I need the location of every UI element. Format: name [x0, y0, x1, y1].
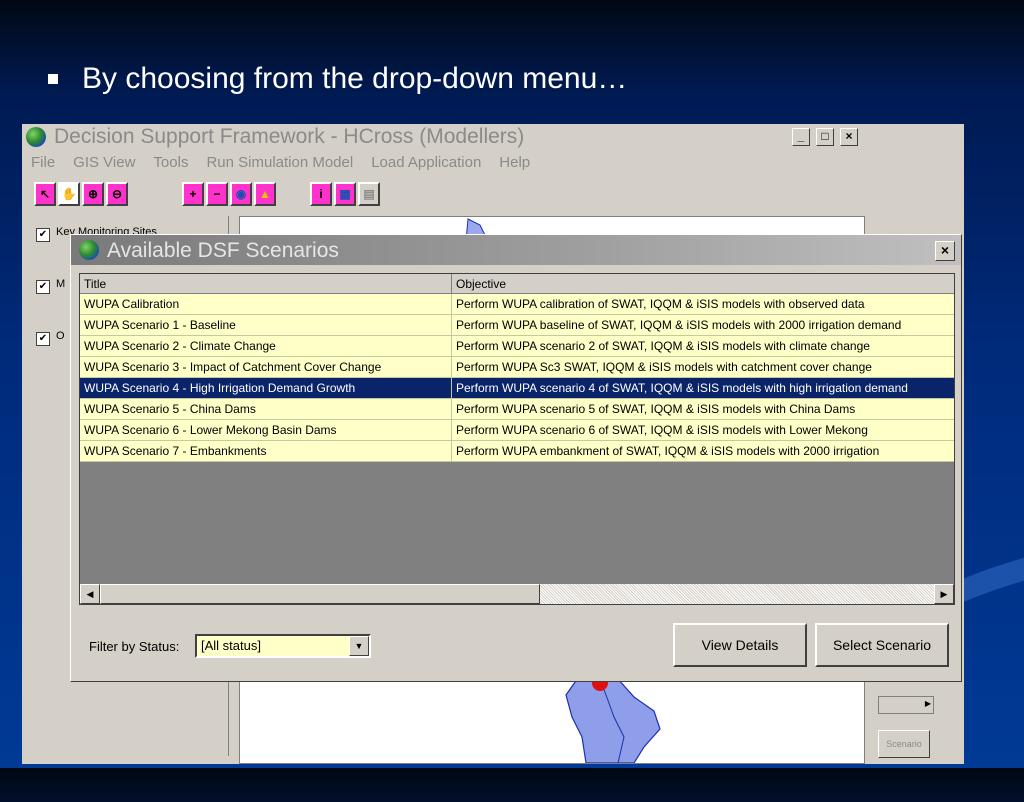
- menu-load-application[interactable]: Load Application: [362, 152, 490, 174]
- background-scenario-button[interactable]: Scenario: [878, 730, 930, 758]
- select-arrow-icon[interactable]: ↖: [34, 182, 56, 206]
- slide-bullet-text: By choosing from the drop-down menu…: [82, 62, 628, 95]
- row-objective-cell: Perform WUPA scenario 6 of SWAT, IQQM & …: [452, 420, 954, 441]
- view-details-label: View Details: [701, 637, 779, 653]
- maximize-button[interactable]: □: [816, 128, 834, 146]
- bullet-square-icon: [48, 74, 58, 84]
- dialog-titlebar: Available DSF Scenarios ×: [71, 235, 961, 265]
- zoom-out-icon[interactable]: ⊖: [106, 182, 128, 206]
- row-title-cell: WUPA Scenario 4 - High Irrigation Demand…: [80, 378, 452, 399]
- globe-app-icon: [26, 127, 46, 147]
- main-titlebar: Decision Support Framework - HCross (Mod…: [22, 124, 874, 150]
- status-filter-dropdown[interactable]: [All status] ▼: [195, 634, 371, 658]
- row-objective-cell: Perform WUPA scenario 4 of SWAT, IQQM & …: [452, 378, 954, 399]
- identify-icon[interactable]: ▦: [334, 182, 356, 206]
- background-scrollbar[interactable]: ▶: [878, 696, 934, 714]
- row-objective-cell: Perform WUPA embankment of SWAT, IQQM & …: [452, 441, 954, 462]
- column-header-title[interactable]: Title: [80, 274, 452, 294]
- menu-file[interactable]: File: [22, 152, 64, 174]
- table-row[interactable]: WUPA Scenario 1 - Baseline Perform WUPA …: [80, 315, 954, 336]
- select-scenario-button[interactable]: Select Scenario: [815, 623, 949, 667]
- dialog-title: Available DSF Scenarios: [107, 239, 339, 262]
- minimize-button[interactable]: _: [792, 128, 810, 146]
- filter-label: Filter by Status:: [89, 639, 180, 654]
- table-header: Title Objective: [80, 274, 954, 294]
- row-objective-cell: Perform WUPA scenario 5 of SWAT, IQQM & …: [452, 399, 954, 420]
- row-objective-cell: Perform WUPA scenario 2 of SWAT, IQQM & …: [452, 336, 954, 357]
- chevron-down-icon[interactable]: ▼: [349, 636, 369, 656]
- dialog-close-button[interactable]: ×: [935, 241, 955, 261]
- table-row[interactable]: WUPA Scenario 3 - Impact of Catchment Co…: [80, 357, 954, 378]
- row-objective-cell: Perform WUPA Sc3 SWAT, IQQM & iSIS model…: [452, 357, 954, 378]
- layer-label-3: O: [56, 330, 65, 342]
- table-row[interactable]: WUPA Scenario 7 - Embankments Perform WU…: [80, 441, 954, 462]
- pan-hand-icon[interactable]: ✋: [58, 182, 80, 206]
- scroll-right-arrow-icon[interactable]: ▶: [934, 584, 954, 604]
- table-row[interactable]: WUPA Scenario 6 - Lower Mekong Basin Dam…: [80, 420, 954, 441]
- scenarios-dialog: Available DSF Scenarios × Title Objectiv…: [70, 234, 962, 682]
- main-window-title: Decision Support Framework - HCross (Mod…: [54, 125, 525, 148]
- globe-icon[interactable]: ◉: [230, 182, 252, 206]
- layer-checkbox-2[interactable]: ✔: [36, 280, 50, 294]
- scroll-left-arrow-icon[interactable]: ◀: [80, 584, 100, 604]
- scrollbar-track[interactable]: [540, 584, 934, 604]
- menu-tools[interactable]: Tools: [144, 152, 197, 174]
- view-details-button[interactable]: View Details: [673, 623, 807, 667]
- scenarios-table: Title Objective WUPA Calibration Perform…: [79, 273, 955, 605]
- zoom-in-icon[interactable]: ⊕: [82, 182, 104, 206]
- scroll-right-arrow-icon: ▶: [924, 699, 931, 708]
- grid-icon[interactable]: ▤: [358, 182, 380, 206]
- scrollbar-thumb[interactable]: [100, 584, 540, 604]
- row-title-cell: WUPA Scenario 7 - Embankments: [80, 441, 452, 462]
- globe-app-icon: [79, 240, 99, 260]
- row-title-cell: WUPA Scenario 3 - Impact of Catchment Co…: [80, 357, 452, 378]
- menu-gis-view[interactable]: GIS View: [64, 152, 144, 174]
- horizontal-scrollbar[interactable]: ◀ ▶: [80, 584, 954, 604]
- table-row[interactable]: WUPA Calibration Perform WUPA calibratio…: [80, 294, 954, 315]
- background-scenario-label: Scenario: [886, 739, 922, 749]
- info-icon[interactable]: i: [310, 182, 332, 206]
- column-header-objective[interactable]: Objective: [452, 274, 954, 294]
- slide-bullet: By choosing from the drop-down menu…: [48, 62, 627, 96]
- filter-selected-value: [All status]: [201, 638, 261, 653]
- row-title-cell: WUPA Scenario 6 - Lower Mekong Basin Dam…: [80, 420, 452, 441]
- layer-checkbox-3[interactable]: ✔: [36, 332, 50, 346]
- add-icon[interactable]: +: [182, 182, 204, 206]
- row-title-cell: WUPA Scenario 5 - China Dams: [80, 399, 452, 420]
- row-title-cell: WUPA Scenario 2 - Climate Change: [80, 336, 452, 357]
- menu-help[interactable]: Help: [490, 152, 539, 174]
- table-row[interactable]: WUPA Scenario 5 - China Dams Perform WUP…: [80, 399, 954, 420]
- close-button[interactable]: ×: [840, 128, 858, 146]
- layer-checkbox-1[interactable]: ✔: [36, 228, 50, 242]
- remove-icon[interactable]: −: [206, 182, 228, 206]
- table-row-selected[interactable]: WUPA Scenario 4 - High Irrigation Demand…: [80, 378, 954, 399]
- layer-icon[interactable]: ▲: [254, 182, 276, 206]
- row-objective-cell: Perform WUPA baseline of SWAT, IQQM & iS…: [452, 315, 954, 336]
- table-row[interactable]: WUPA Scenario 2 - Climate Change Perform…: [80, 336, 954, 357]
- menu-bar: File GIS View Tools Run Simulation Model…: [22, 152, 539, 174]
- menu-run-simulation-model[interactable]: Run Simulation Model: [197, 152, 362, 174]
- row-objective-cell: Perform WUPA calibration of SWAT, IQQM &…: [452, 294, 954, 315]
- row-title-cell: WUPA Calibration: [80, 294, 452, 315]
- layer-label-2: M: [56, 278, 66, 290]
- row-title-cell: WUPA Scenario 1 - Baseline: [80, 315, 452, 336]
- select-scenario-label: Select Scenario: [832, 637, 932, 653]
